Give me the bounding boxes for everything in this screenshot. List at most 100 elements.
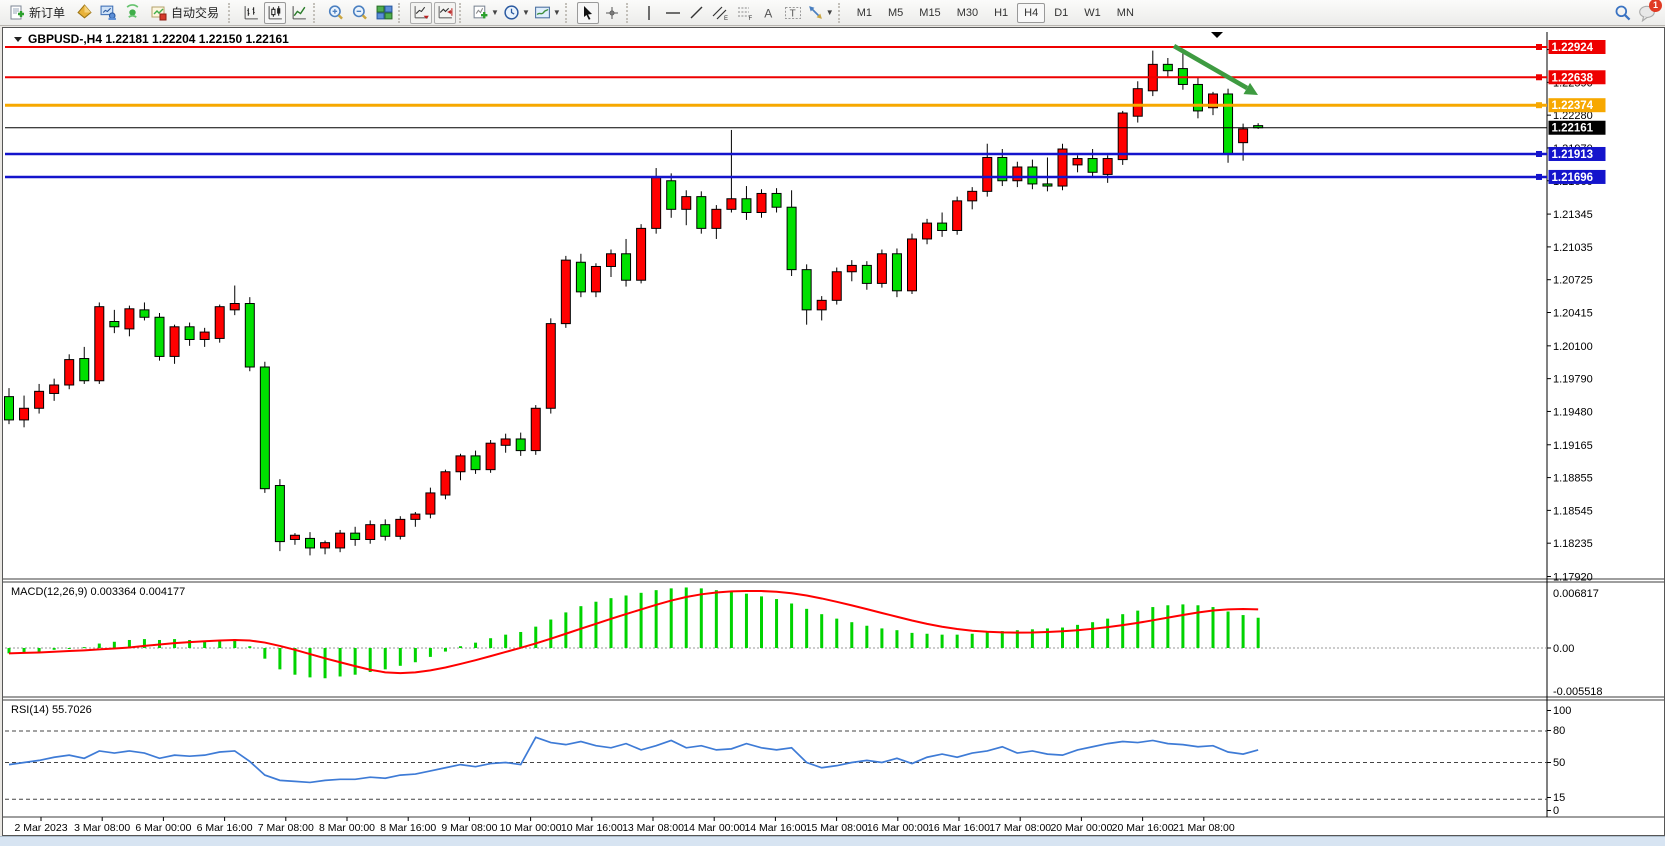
level-anchor[interactable] <box>1536 174 1542 180</box>
candle-body <box>215 307 224 339</box>
line-chart-icon <box>291 4 308 21</box>
favorites-button[interactable] <box>73 2 95 24</box>
new-order-icon <box>9 5 25 21</box>
macd-bar <box>444 648 447 652</box>
macd-bar <box>278 648 281 669</box>
macd-bar <box>309 648 312 677</box>
macd-bar <box>1121 614 1124 648</box>
candle-body <box>486 443 495 469</box>
timeframe-m5[interactable]: M5 <box>881 3 910 23</box>
candle-body <box>908 239 917 291</box>
candlestick-chart-icon <box>267 4 284 21</box>
vertical-line-icon <box>642 5 656 21</box>
auto-scroll-button[interactable] <box>410 2 432 24</box>
cursor-button[interactable] <box>577 2 599 24</box>
candle-body <box>772 193 781 207</box>
periods-button[interactable]: ▼ <box>502 2 531 24</box>
auto-trading-button[interactable]: 自动交易 <box>145 2 225 24</box>
candle-body <box>1028 167 1037 184</box>
notifications-button[interactable]: 1 <box>1636 2 1658 24</box>
timeframe-mn[interactable]: MN <box>1110 3 1141 23</box>
macd-bar <box>263 648 266 659</box>
price-tick-label: 1.18235 <box>1553 538 1593 550</box>
candle-body <box>411 514 420 519</box>
horizontal-line-button[interactable] <box>662 2 684 24</box>
timeframe-m1[interactable]: M1 <box>850 3 879 23</box>
candle-body <box>1103 159 1112 175</box>
rsi-axis-label: 100 <box>1553 705 1571 717</box>
price-tick-label: 1.19165 <box>1553 440 1593 452</box>
candlestick-chart-button[interactable] <box>264 2 286 24</box>
macd-bar <box>835 619 838 648</box>
candle-body <box>80 359 89 381</box>
new-order-button[interactable]: 新订单 <box>3 2 71 24</box>
macd-label: MACD(12,26,9) 0.003364 0.004177 <box>11 586 185 598</box>
time-axis-label: 6 Mar 16:00 <box>197 822 253 834</box>
timeframe-h4[interactable]: H4 <box>1017 3 1045 23</box>
dropdown-caret: ▼ <box>826 8 834 17</box>
price-tick-label: 1.20100 <box>1553 341 1593 353</box>
macd-bar <box>760 596 763 648</box>
text-button[interactable]: A <box>758 2 780 24</box>
price-tick-label: 1.18545 <box>1553 505 1593 517</box>
trendline-button[interactable] <box>686 2 708 24</box>
macd-bar <box>354 648 357 675</box>
candle-body <box>516 439 525 451</box>
line-chart-button[interactable] <box>288 2 310 24</box>
vertical-line-button[interactable] <box>638 2 660 24</box>
fibonacci-button[interactable]: F <box>734 2 756 24</box>
macd-bar <box>880 628 883 648</box>
candle-body <box>622 254 631 280</box>
candle-body <box>110 321 119 326</box>
svg-text:T: T <box>789 8 795 19</box>
market-watch-button[interactable] <box>97 2 119 24</box>
time-axis-label: 20 Mar 16:00 <box>1112 822 1174 834</box>
macd-bar <box>730 592 733 648</box>
bar-chart-button[interactable] <box>240 2 262 24</box>
toolbar-separator <box>565 3 574 23</box>
new-chart-button[interactable]: ▼ <box>471 2 500 24</box>
signals-button[interactable] <box>121 2 143 24</box>
macd-bar <box>293 648 296 675</box>
templates-button[interactable]: ▼ <box>533 2 562 24</box>
chart-area[interactable]: 1.229001.225901.222801.219701.216601.213… <box>3 28 1664 835</box>
level-anchor[interactable] <box>1536 74 1542 80</box>
main-toolbar: 新订单 自动交易 <box>0 0 1665 26</box>
candle-body <box>591 266 600 291</box>
macd-bar <box>113 642 116 648</box>
time-axis-label: 8 Mar 00:00 <box>319 822 375 834</box>
equidistant-channel-button[interactable]: E <box>710 2 732 24</box>
candle-body <box>757 193 766 212</box>
candle-body <box>336 533 345 548</box>
rsi-axis-label: 50 <box>1553 757 1565 769</box>
level-anchor[interactable] <box>1536 102 1542 108</box>
timeframe-d1[interactable]: D1 <box>1047 3 1075 23</box>
time-axis-label: 7 Mar 08:00 <box>258 822 314 834</box>
candle-body <box>923 223 932 239</box>
timeframe-w1[interactable]: W1 <box>1077 3 1108 23</box>
chart-window: 1.229001.225901.222801.219701.216601.213… <box>2 27 1665 836</box>
search-button[interactable] <box>1612 2 1634 24</box>
signals-icon <box>124 4 141 21</box>
timeframe-m15[interactable]: M15 <box>912 3 947 23</box>
candle-body <box>50 385 59 393</box>
equidistant-channel-icon: E <box>712 5 730 21</box>
timeframe-m30[interactable]: M30 <box>950 3 985 23</box>
timeframe-h1[interactable]: H1 <box>987 3 1015 23</box>
candle-body <box>576 262 585 292</box>
level-anchor[interactable] <box>1536 151 1542 157</box>
chart-shift-button[interactable] <box>434 2 456 24</box>
zoom-out-button[interactable] <box>349 2 371 24</box>
candle-body <box>682 197 691 210</box>
macd-bar <box>1212 607 1215 648</box>
tile-windows-button[interactable] <box>373 2 395 24</box>
text-label-button[interactable]: T <box>782 2 804 24</box>
crosshair-button[interactable] <box>601 2 623 24</box>
shapes-button[interactable]: ▼ <box>806 2 835 24</box>
level-anchor[interactable] <box>1536 44 1542 50</box>
zoom-in-button[interactable] <box>325 2 347 24</box>
macd-bar <box>655 590 658 648</box>
bar-chart-icon <box>243 4 260 21</box>
candle-body <box>607 254 616 267</box>
price-label: 1.22374 <box>1552 100 1594 112</box>
